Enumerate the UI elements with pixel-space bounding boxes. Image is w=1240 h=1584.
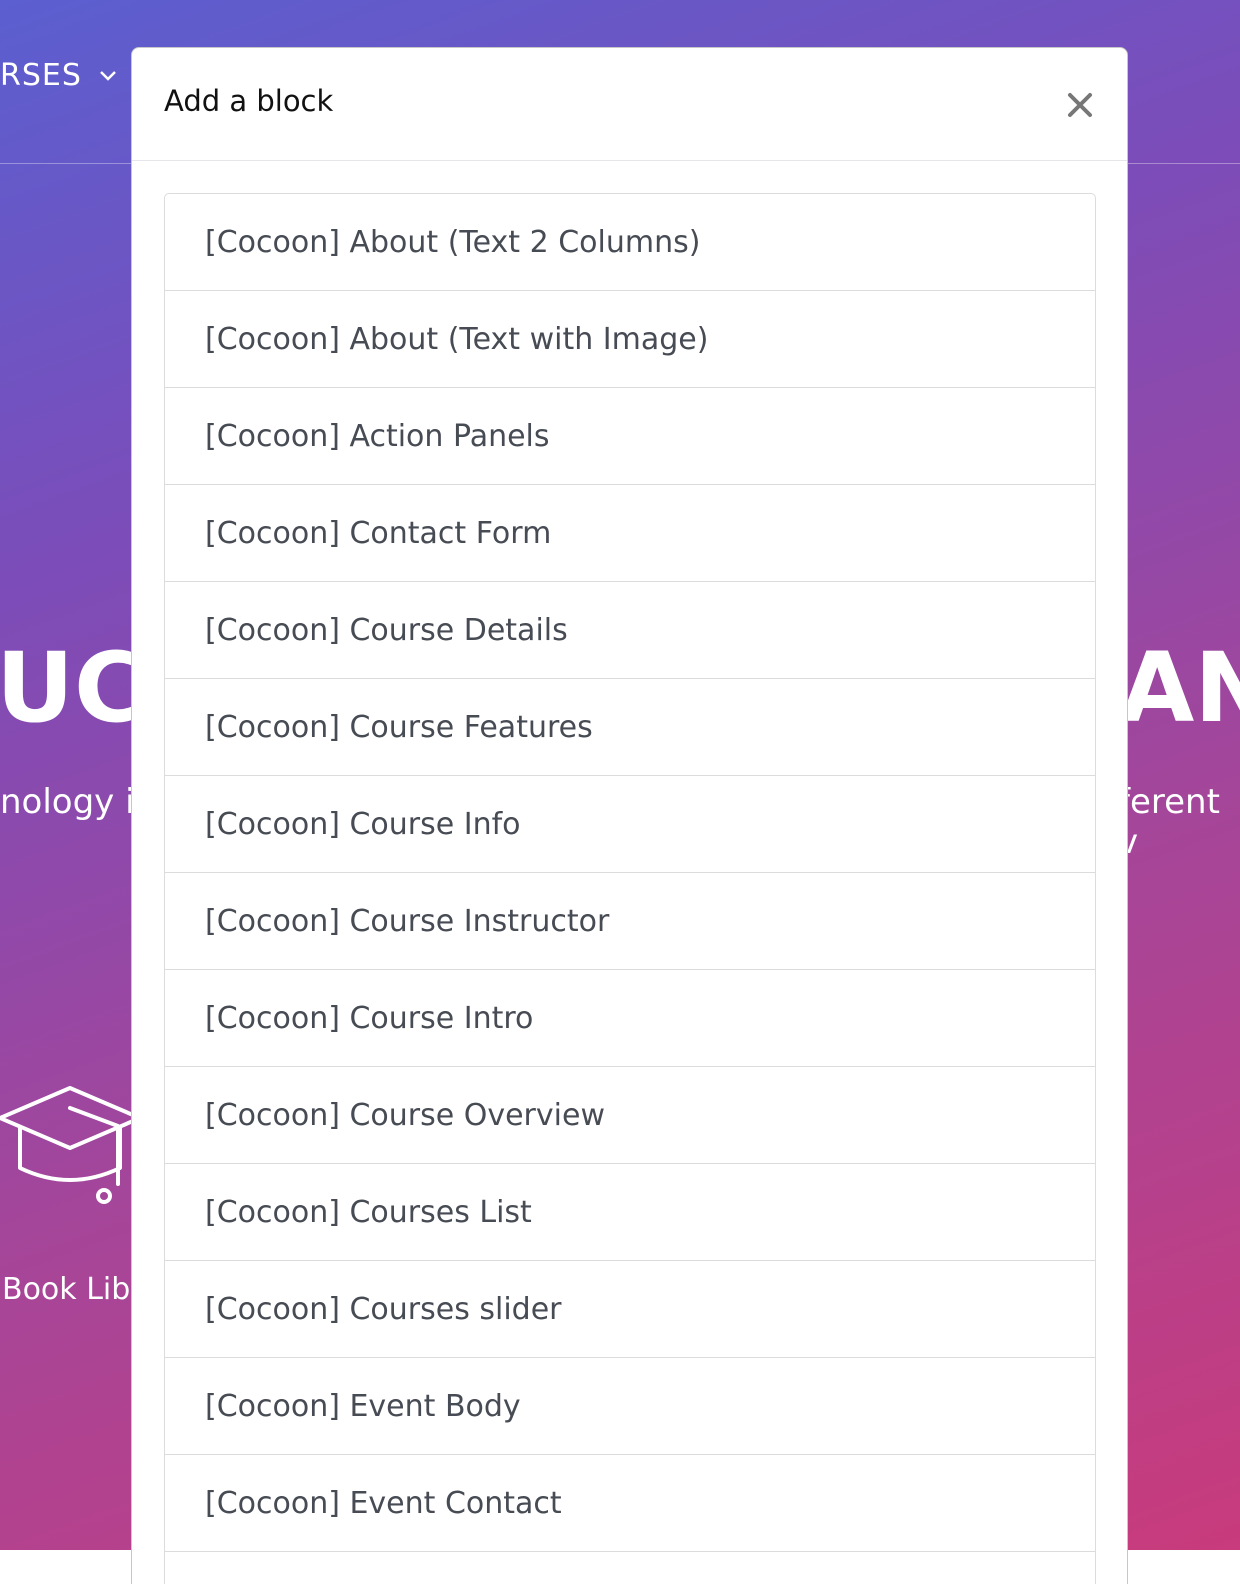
graduation-cap-icon <box>0 1086 140 1204</box>
block-list: [Cocoon] About (Text 2 Columns) [Cocoon]… <box>164 193 1096 1584</box>
block-item-course-details[interactable]: [Cocoon] Course Details <box>165 582 1095 679</box>
feature-label: Book Libr <box>2 1272 143 1307</box>
close-icon[interactable] <box>1063 88 1097 122</box>
block-item-about-text-with-image[interactable]: [Cocoon] About (Text with Image) <box>165 291 1095 388</box>
hero-title-fragment-left: UC <box>0 632 145 744</box>
add-block-modal: Add a block [Cocoon] About (Text 2 Colum… <box>131 47 1128 1584</box>
block-item-event-body[interactable]: [Cocoon] Event Body <box>165 1358 1095 1455</box>
hero-title-fragment-right: AN <box>1120 632 1240 744</box>
hero-subtitle-fragment-left: nology is <box>0 782 153 822</box>
modal-title: Add a block <box>164 84 334 118</box>
nav-item-courses[interactable]: RSES <box>0 58 82 93</box>
block-item-course-features[interactable]: [Cocoon] Course Features <box>165 679 1095 776</box>
block-item-course-overview[interactable]: [Cocoon] Course Overview <box>165 1067 1095 1164</box>
block-item-about-text-2-columns[interactable]: [Cocoon] About (Text 2 Columns) <box>165 194 1095 291</box>
block-item-course-intro[interactable]: [Cocoon] Course Intro <box>165 970 1095 1067</box>
block-item-action-panels[interactable]: [Cocoon] Action Panels <box>165 388 1095 485</box>
block-item-partial[interactable] <box>165 1552 1095 1584</box>
page: RSES UC AN nology is ferent v Book Libr … <box>0 0 1240 1584</box>
hero-subtitle-fragment-right: ferent v <box>1118 782 1220 862</box>
block-item-course-info[interactable]: [Cocoon] Course Info <box>165 776 1095 873</box>
block-item-event-contact[interactable]: [Cocoon] Event Contact <box>165 1455 1095 1552</box>
block-item-courses-slider[interactable]: [Cocoon] Courses slider <box>165 1261 1095 1358</box>
modal-header: Add a block <box>132 48 1127 161</box>
block-item-course-instructor[interactable]: [Cocoon] Course Instructor <box>165 873 1095 970</box>
block-item-contact-form[interactable]: [Cocoon] Contact Form <box>165 485 1095 582</box>
chevron-down-icon[interactable] <box>98 66 118 86</box>
block-item-courses-list[interactable]: [Cocoon] Courses List <box>165 1164 1095 1261</box>
